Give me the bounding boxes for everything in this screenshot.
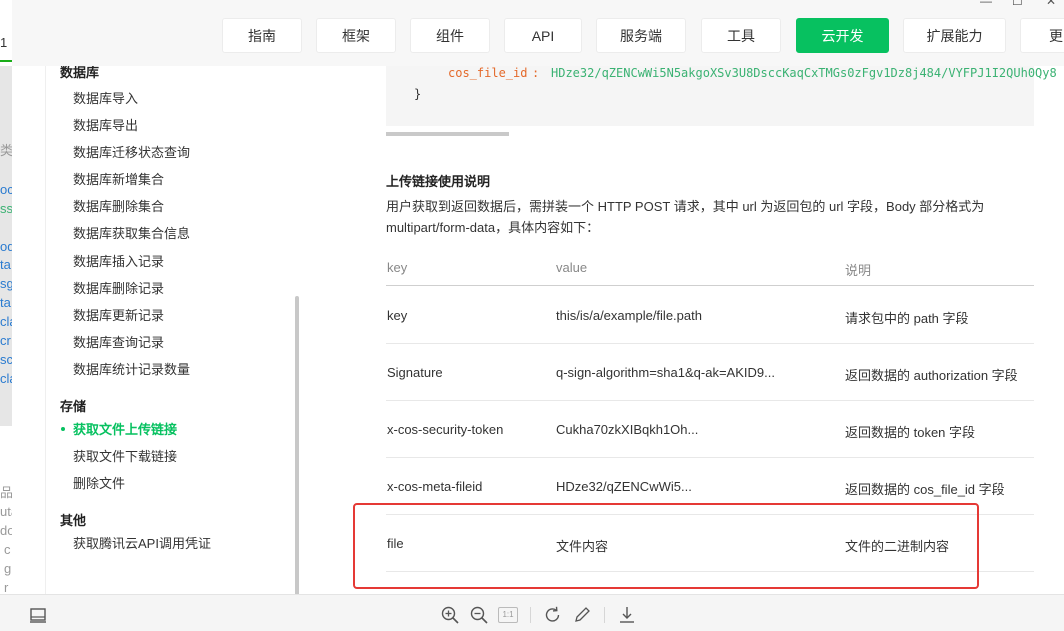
toolbar-separator bbox=[604, 607, 605, 623]
sidebar-item[interactable]: 数据库更新记录 bbox=[73, 305, 164, 324]
background-window-strip: 1 类 oc ss od ta sg ta cla cr sc cla 品 ut… bbox=[0, 0, 12, 631]
highlight-annotation-box bbox=[353, 503, 979, 589]
table-cell: this/is/a/example/file.path bbox=[556, 308, 702, 323]
top-nav-bar: — ☐ ✕ 指南 框架 组件 API 服务端 工具 云开发 扩展能力 更 bbox=[12, 0, 1064, 66]
row-divider bbox=[386, 457, 1034, 458]
nav-tools[interactable]: 工具 bbox=[701, 18, 781, 53]
section-description: 用户获取到返回数据后，需拼装一个 HTTP POST 请求，其中 url 为返回… bbox=[386, 199, 985, 235]
table-header-value: value bbox=[556, 260, 588, 275]
sidebar-item[interactable]: 数据库获取集合信息 bbox=[73, 223, 190, 242]
actual-size-icon[interactable]: 1:1 bbox=[498, 607, 518, 623]
doc-content: cos_file_id : HDze32/qZENCwWi5N5akgoXSv3… bbox=[300, 66, 1064, 594]
edit-icon[interactable] bbox=[572, 605, 592, 625]
strip-text: g bbox=[4, 561, 12, 576]
code-key: cos_file_id bbox=[448, 66, 528, 80]
code-colon: : bbox=[532, 66, 540, 80]
sidebar-heading-storage: 存储 bbox=[60, 399, 87, 414]
sidebar-scrollbar[interactable] bbox=[295, 296, 299, 594]
strip-text: c bbox=[4, 542, 11, 557]
row-divider bbox=[386, 400, 1034, 401]
sidebar-item[interactable]: 数据库查询记录 bbox=[73, 332, 164, 351]
zoom-out-icon[interactable] bbox=[469, 605, 489, 625]
sidebar-item[interactable]: 数据库删除集合 bbox=[73, 196, 164, 215]
strip-text: cla bbox=[0, 314, 12, 329]
sidebar-item-delete-file[interactable]: 删除文件 bbox=[73, 473, 125, 492]
background-tab-label: 1 bbox=[0, 35, 8, 50]
nav-cloud-dev[interactable]: 云开发 bbox=[796, 18, 889, 53]
table-cell: 返回数据的 token 字段 bbox=[845, 425, 976, 440]
code-block: cos_file_id : HDze32/qZENCwWi5N5akgoXSv3… bbox=[386, 66, 1057, 126]
code-value: HDze32/qZENCwWi5N5akgoXSv3U8DsccKaqCxTMG… bbox=[551, 66, 1057, 80]
sidebar-item[interactable]: 数据库插入记录 bbox=[73, 251, 164, 270]
table-cell: x-cos-meta-fileid bbox=[387, 479, 483, 494]
table-cell: x-cos-security-token bbox=[387, 422, 504, 437]
strip-text: ss bbox=[0, 201, 12, 216]
table-cell: Cukha70zkXIBqkh1Oh... bbox=[556, 422, 699, 437]
nav-server[interactable]: 服务端 bbox=[596, 18, 686, 53]
strip-text: od bbox=[0, 239, 12, 254]
sidebar-item[interactable]: 数据库统计记录数量 bbox=[73, 359, 190, 378]
table-header-divider bbox=[386, 285, 1034, 286]
table-header-desc: 说明 bbox=[845, 263, 872, 278]
table-cell: HDze32/qZENCwWi5... bbox=[556, 479, 692, 494]
code-scrollbar[interactable] bbox=[386, 132, 509, 136]
nav-components[interactable]: 组件 bbox=[410, 18, 490, 53]
panel-icon[interactable] bbox=[28, 605, 48, 625]
code-brace: } bbox=[414, 87, 422, 101]
sidebar-item[interactable]: 数据库导出 bbox=[73, 115, 138, 134]
strip-text: sg bbox=[0, 276, 12, 291]
strip-text: sc bbox=[0, 352, 12, 367]
section-title: 上传链接使用说明 bbox=[386, 174, 491, 189]
strip-text: cr bbox=[0, 333, 11, 348]
minimize-icon[interactable]: — bbox=[980, 0, 992, 8]
background-tab[interactable]: 1 bbox=[0, 14, 12, 62]
strip-text: uta bbox=[0, 504, 12, 519]
nav-more[interactable]: 更 bbox=[1020, 18, 1064, 53]
active-indicator bbox=[61, 427, 65, 431]
nav-extensions[interactable]: 扩展能力 bbox=[903, 18, 1006, 53]
strip-text: cla bbox=[0, 371, 12, 386]
sidebar-item-download-link[interactable]: 获取文件下载链接 bbox=[73, 446, 177, 465]
sidebar-item-upload-link[interactable]: 获取文件上传链接 bbox=[73, 419, 177, 438]
strip-text: r bbox=[4, 580, 9, 595]
table-cell: Signature bbox=[387, 365, 443, 380]
rotate-icon[interactable] bbox=[543, 605, 563, 625]
table-cell: 返回数据的 authorization 字段 bbox=[845, 368, 1018, 383]
doc-sidebar: 数据库 数据库导入 数据库导出 数据库迁移状态查询 数据库新增集合 数据库删除集… bbox=[12, 66, 300, 594]
strip-text: ta bbox=[0, 295, 11, 310]
sidebar-item[interactable]: 数据库导入 bbox=[73, 88, 138, 107]
strip-text: 类 bbox=[0, 143, 12, 158]
sidebar-item[interactable]: 数据库新增集合 bbox=[73, 169, 164, 188]
sidebar-heading-database: 数据库 bbox=[60, 66, 100, 80]
zoom-in-icon[interactable] bbox=[440, 605, 460, 625]
image-viewer-toolbar: 1:1 bbox=[0, 594, 1064, 631]
sidebar-divider bbox=[45, 66, 46, 594]
table-cell: q-sign-algorithm=sha1&q-ak=AKID9... bbox=[556, 365, 775, 380]
sidebar-heading-other: 其他 bbox=[60, 513, 87, 528]
table-header-key: key bbox=[387, 260, 408, 275]
strip-text: oc bbox=[0, 182, 12, 197]
nav-guide[interactable]: 指南 bbox=[222, 18, 302, 53]
row-divider bbox=[386, 343, 1034, 344]
close-icon[interactable]: ✕ bbox=[1046, 0, 1056, 8]
strip-text: do bbox=[0, 523, 12, 538]
sidebar-item[interactable]: 数据库迁移状态查询 bbox=[73, 142, 190, 161]
nav-framework[interactable]: 框架 bbox=[316, 18, 396, 53]
strip-text: ta bbox=[0, 257, 11, 272]
strip-text: 品 bbox=[0, 485, 12, 500]
toolbar-separator bbox=[530, 607, 531, 623]
table-cell: 请求包中的 path 字段 bbox=[845, 311, 969, 326]
nav-api[interactable]: API bbox=[504, 18, 582, 53]
table-cell: 返回数据的 cos_file_id 字段 bbox=[845, 482, 1005, 497]
download-icon[interactable] bbox=[617, 605, 637, 625]
maximize-icon[interactable]: ☐ bbox=[1012, 0, 1023, 8]
sidebar-item[interactable]: 数据库删除记录 bbox=[73, 278, 164, 297]
table-cell: key bbox=[387, 308, 408, 323]
sidebar-item-api-credential[interactable]: 获取腾讯云API调用凭证 bbox=[73, 533, 211, 552]
